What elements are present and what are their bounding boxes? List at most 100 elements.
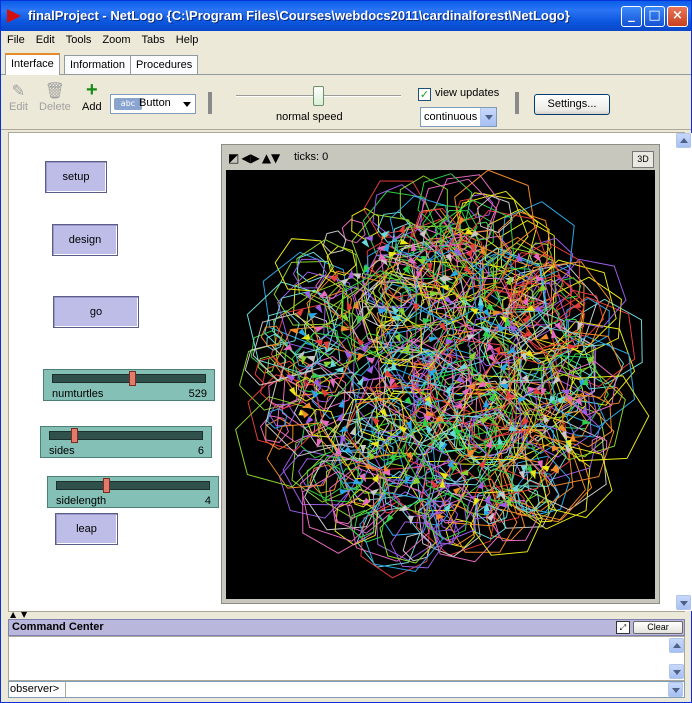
turtle (305, 355, 315, 362)
chevron-down-icon[interactable] (480, 108, 496, 126)
ticks-counter: ticks: 0 (294, 151, 329, 163)
scroll-down-arrow[interactable] (676, 595, 691, 610)
turtle (399, 238, 410, 245)
turtle (439, 284, 449, 291)
scroll-down-arrow[interactable] (669, 664, 684, 679)
scroll-up-arrow[interactable] (669, 638, 684, 653)
interface-workspace: setup design go numturtles 529 sides 6 s… (8, 132, 692, 612)
view-updates-label: view updates (435, 87, 500, 99)
tab-information[interactable]: Information (64, 55, 132, 74)
world-view: ◩ ◀▶ ▲▼ ticks: 0 3D (221, 144, 660, 604)
vertical-scrollbar[interactable] (676, 133, 692, 611)
hexagon-trail (260, 415, 289, 443)
menu-zoom[interactable]: Zoom (96, 31, 135, 46)
menu-tools[interactable]: Tools (60, 31, 97, 46)
command-input[interactable] (65, 682, 667, 697)
world-canvas[interactable] (226, 169, 655, 599)
command-input-row: observer> (8, 681, 685, 698)
add-label: Add (82, 101, 102, 113)
hexagon-trail (402, 532, 432, 562)
slider-thumb[interactable] (71, 428, 78, 443)
netlogo-app-icon (7, 9, 21, 23)
view-controls: ◩ ◀▶ ▲▼ (228, 151, 282, 165)
speed-slider-thumb[interactable] (313, 86, 324, 106)
turtle (517, 397, 527, 403)
plus-icon: + (85, 79, 98, 101)
turtle (356, 376, 364, 387)
turtle (329, 378, 336, 389)
interface-toolbar: ✎ Edit 🗑 Delete + Add abc Button normal … (1, 75, 691, 130)
turtle (339, 435, 347, 445)
sides-slider[interactable]: sides 6 (40, 426, 212, 458)
menu-file[interactable]: File (1, 31, 30, 46)
command-center-header: Command Center ⤢ Clear (8, 619, 685, 636)
agent-prompt[interactable]: observer> (10, 683, 59, 695)
button-widget-icon: abc (114, 98, 142, 110)
tab-strip: Interface Information Procedures (1, 53, 691, 75)
add-tool[interactable]: + Add (82, 79, 102, 113)
settings-button[interactable]: Settings... (534, 94, 610, 115)
view-updates-checkbox[interactable]: ✓ (418, 88, 431, 101)
expand-icon[interactable]: ⤢ (616, 621, 630, 634)
minimize-button[interactable]: _ (621, 6, 642, 27)
trash-icon: 🗑 (44, 83, 66, 100)
tab-interface[interactable]: Interface (5, 53, 60, 75)
turtle-drawing (235, 169, 650, 579)
widget-type-label: Button (139, 97, 171, 109)
slider-thumb[interactable] (103, 478, 110, 493)
delete-label: Delete (39, 101, 71, 113)
setup-button[interactable]: setup (45, 161, 107, 193)
widget-type-select[interactable]: abc Button (110, 94, 196, 114)
turtle (560, 430, 568, 441)
horizontal-move-icon[interactable]: ◀▶ (241, 151, 259, 165)
design-button[interactable]: design (52, 224, 118, 256)
edit-tool[interactable]: ✎ Edit (9, 81, 28, 113)
sidelength-slider[interactable]: sidelength 4 (47, 476, 219, 508)
update-mode-select[interactable]: continuous (420, 107, 497, 127)
title-bar[interactable]: finalProject - NetLogo {C:\Program Files… (1, 1, 691, 31)
scroll-up-arrow[interactable] (676, 133, 691, 148)
menu-tabs[interactable]: Tabs (136, 31, 170, 46)
update-mode-value: continuous (424, 111, 478, 123)
history-dropdown[interactable] (668, 682, 683, 697)
slider-name: numturtles (52, 388, 104, 400)
clear-button[interactable]: Clear (633, 621, 683, 634)
toolbar-separator (208, 92, 212, 114)
split-up-icon[interactable]: ▲ (10, 610, 16, 619)
slider-value: 529 (188, 388, 207, 400)
toolbar-separator (515, 92, 519, 114)
delete-tool[interactable]: 🗑 Delete (39, 81, 71, 113)
window-title: finalProject - NetLogo {C:\Program Files… (28, 8, 570, 23)
turtle (404, 396, 413, 406)
split-down-icon[interactable]: ▼ (21, 610, 27, 619)
3d-view-button[interactable]: 3D (632, 151, 654, 168)
turtle (428, 336, 439, 343)
menu-edit[interactable]: Edit (30, 31, 60, 46)
edit-label: Edit (9, 101, 28, 113)
go-button[interactable]: go (53, 296, 139, 328)
leap-button[interactable]: leap (55, 513, 118, 545)
slider-track[interactable] (56, 481, 210, 490)
close-button[interactable]: × (667, 6, 688, 27)
tab-procedures[interactable]: Procedures (130, 55, 199, 74)
turtle (346, 300, 353, 311)
slider-thumb[interactable] (129, 371, 136, 386)
netlogo-window: finalProject - NetLogo {C:\Program Files… (0, 0, 692, 703)
vertical-move-icon[interactable]: ▲▼ (262, 151, 280, 165)
menu-help[interactable]: Help (170, 31, 204, 46)
turtle (301, 402, 312, 408)
slider-name: sides (49, 445, 75, 457)
command-output[interactable] (8, 636, 685, 681)
turtle (497, 435, 504, 446)
maximize-button[interactable]: □ (644, 6, 665, 27)
slider-value: 6 (197, 445, 204, 457)
turtle (288, 387, 296, 397)
command-center: ▲ ▼ Command Center ⤢ Clear observer> (8, 610, 685, 701)
numturtles-slider[interactable]: numturtles 529 (43, 369, 215, 401)
pencil-icon: ✎ (11, 83, 26, 100)
chevron-down-icon (183, 102, 191, 107)
slider-name: sidelength (56, 495, 107, 507)
zoom-icon[interactable]: ◩ (228, 151, 239, 165)
command-center-title: Command Center (12, 621, 104, 633)
menu-bar: File Edit Tools Zoom Tabs Help (1, 31, 691, 51)
